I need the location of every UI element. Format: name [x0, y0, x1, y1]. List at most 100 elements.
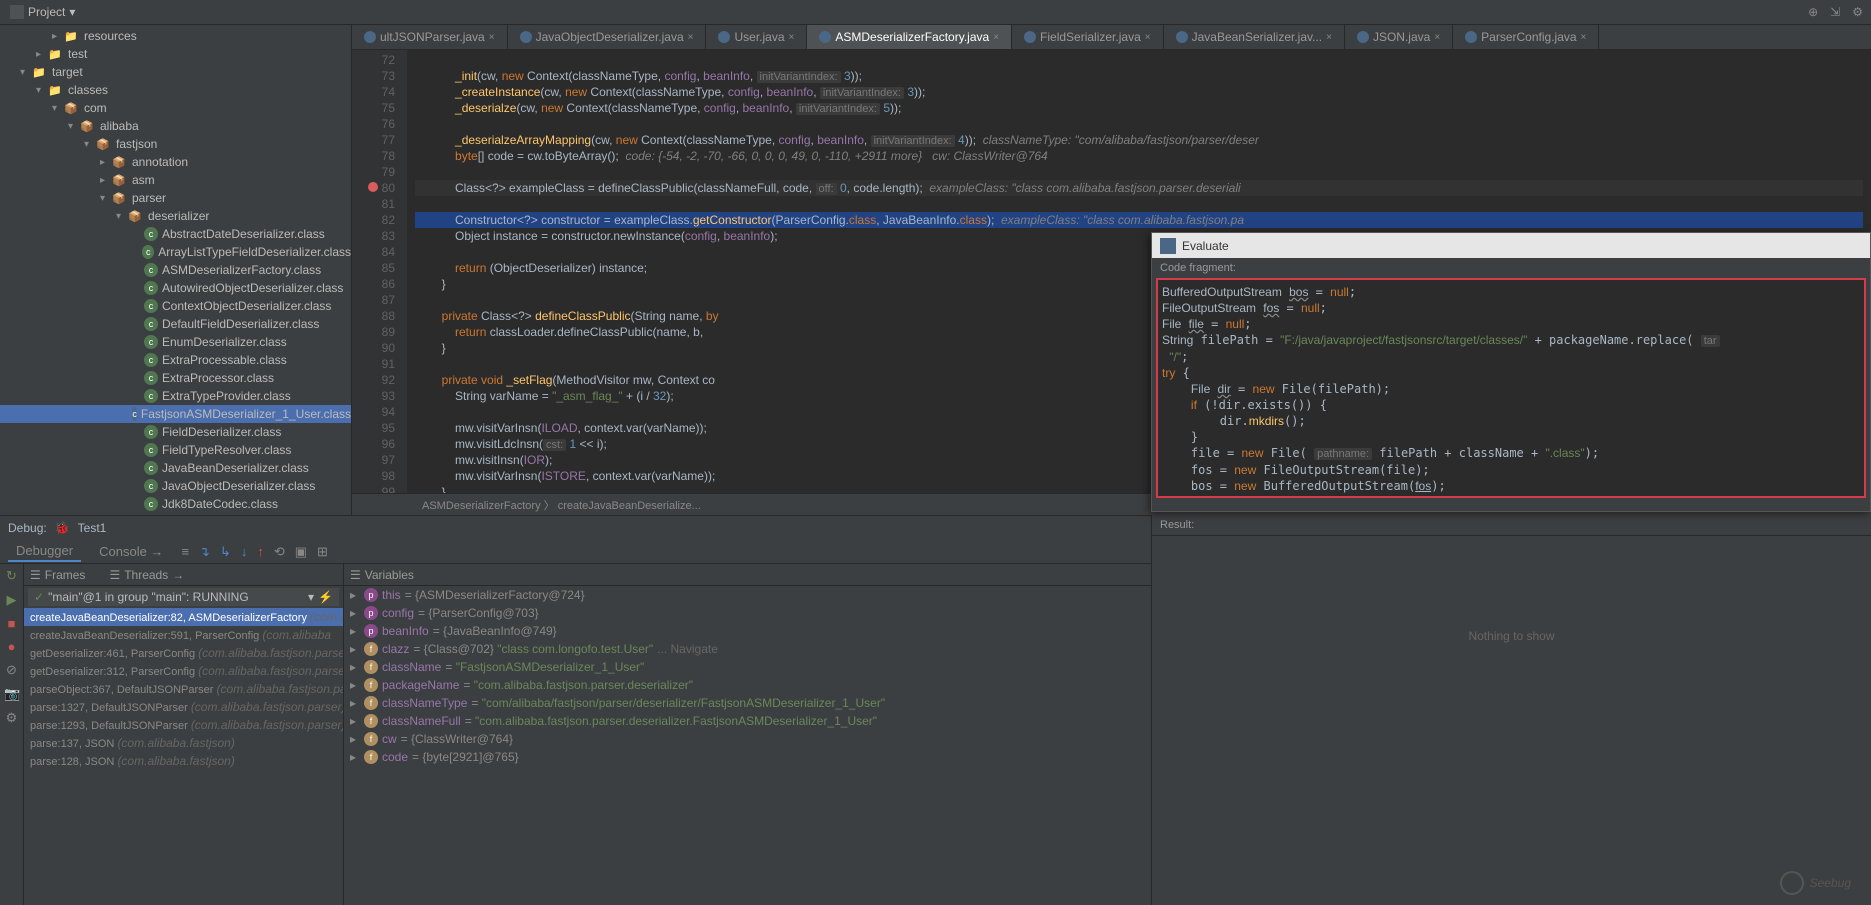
expand-arrow-icon[interactable]: ▸: [350, 606, 360, 620]
mute-icon[interactable]: ⊘: [4, 662, 19, 678]
filter-icon[interactable]: ⚡: [318, 590, 333, 604]
expand-arrow-icon[interactable]: ▸: [350, 642, 360, 656]
frames-icon[interactable]: ▣: [295, 544, 307, 560]
step-out-icon[interactable]: ↳: [220, 544, 231, 560]
tree-arrow-icon[interactable]: ▾: [20, 67, 32, 78]
stack-frame[interactable]: parse:128, JSON (com.alibaba.fastjson): [24, 752, 343, 770]
close-icon[interactable]: ×: [1326, 32, 1332, 43]
editor-tab[interactable]: JavaObjectDeserializer.java×: [508, 25, 707, 49]
tree-arrow-icon[interactable]: ▾: [68, 121, 80, 132]
tree-item[interactable]: cFieldDeserializer.class: [0, 423, 351, 441]
tree-item[interactable]: ▸asm: [0, 171, 351, 189]
close-icon[interactable]: ×: [1145, 32, 1151, 43]
stack-frame[interactable]: parse:1327, DefaultJSONParser (com.aliba…: [24, 698, 343, 716]
editor-tab[interactable]: ASMDeserializerFactory.java×: [807, 25, 1012, 49]
threads-header[interactable]: Threads: [124, 568, 168, 582]
tree-item[interactable]: cDefaultFieldDeserializer.class: [0, 315, 351, 333]
stop-icon[interactable]: ■: [4, 616, 19, 631]
resume-icon[interactable]: ▶: [4, 592, 19, 608]
project-dropdown[interactable]: Project ▾: [0, 3, 85, 21]
stack-frame[interactable]: getDeserializer:312, ParserConfig (com.a…: [24, 662, 343, 680]
step-icon[interactable]: ↓: [241, 544, 248, 559]
tree-item[interactable]: cEnumDeserializer.class: [0, 333, 351, 351]
tree-item[interactable]: ▾target: [0, 63, 351, 81]
evaluate-dialog[interactable]: Evaluate Code fragment: BufferedOutputSt…: [1151, 232, 1871, 512]
tree-item[interactable]: cFieldTypeResolver.class: [0, 441, 351, 459]
tree-item[interactable]: ▾deserializer: [0, 207, 351, 225]
expand-arrow-icon[interactable]: ▸: [350, 696, 360, 710]
rerun-icon[interactable]: ↻: [4, 568, 19, 584]
tree-item[interactable]: ▾classes: [0, 81, 351, 99]
gear-icon[interactable]: ⚙: [1852, 5, 1863, 19]
stack-frame[interactable]: parseObject:367, DefaultJSONParser (com.…: [24, 680, 343, 698]
breakpoints-icon[interactable]: ●: [4, 639, 19, 654]
expand-arrow-icon[interactable]: ▸: [350, 660, 360, 674]
debugger-tab[interactable]: Debugger: [8, 541, 81, 562]
breakpoint-icon[interactable]: [368, 182, 378, 192]
stack-frame[interactable]: parse:137, JSON (com.alibaba.fastjson): [24, 734, 343, 752]
evaluate-title-bar[interactable]: Evaluate: [1152, 233, 1870, 258]
tree-item[interactable]: cArrayListTypeFieldDeserializer.class: [0, 243, 351, 261]
tree-item[interactable]: ▸annotation: [0, 153, 351, 171]
close-icon[interactable]: ×: [489, 32, 495, 43]
tree-item[interactable]: cAbstractDateDeserializer.class: [0, 225, 351, 243]
close-icon[interactable]: ×: [789, 32, 795, 43]
expand-arrow-icon[interactable]: ▸: [350, 732, 360, 746]
tree-item[interactable]: cExtraTypeProvider.class: [0, 387, 351, 405]
tree-item[interactable]: cJavaBeanDeserializer.class: [0, 459, 351, 477]
tree-item[interactable]: ▸test: [0, 45, 351, 63]
tree-item[interactable]: cAutowiredObjectDeserializer.class: [0, 279, 351, 297]
editor-tab[interactable]: JavaBeanSerializer.jav...×: [1164, 25, 1345, 49]
tree-arrow-icon[interactable]: ▸: [52, 31, 64, 42]
tree-item[interactable]: ▸resources: [0, 27, 351, 45]
tree-arrow-icon[interactable]: ▸: [100, 157, 112, 168]
tree-item[interactable]: cExtraProcessor.class: [0, 369, 351, 387]
tree-item[interactable]: ▾alibaba: [0, 117, 351, 135]
editor-tab[interactable]: ParserConfig.java×: [1453, 25, 1599, 49]
close-icon[interactable]: ×: [1581, 32, 1587, 43]
stack-frame[interactable]: createJavaBeanDeserializer:82, ASMDeseri…: [24, 608, 343, 626]
editor-tab[interactable]: JSON.java×: [1345, 25, 1453, 49]
thread-selector[interactable]: ✓ "main"@1 in group "main": RUNNING ▾ ⚡: [28, 588, 339, 606]
step-over-icon[interactable]: ≡: [181, 544, 189, 559]
close-icon[interactable]: ×: [1434, 32, 1440, 43]
tree-arrow-icon[interactable]: ▾: [84, 139, 96, 150]
tree-arrow-icon[interactable]: ▾: [52, 103, 64, 114]
target-icon[interactable]: ⊕: [1808, 5, 1818, 19]
editor-tab[interactable]: User.java×: [706, 25, 807, 49]
expand-arrow-icon[interactable]: ▸: [350, 588, 360, 602]
tree-arrow-icon[interactable]: ▾: [100, 193, 112, 204]
stack-frame[interactable]: parse:1293, DefaultJSONParser (com.aliba…: [24, 716, 343, 734]
expand-arrow-icon[interactable]: ▸: [350, 750, 360, 764]
tree-item[interactable]: cJdk8DateCodec.class: [0, 495, 351, 513]
tree-arrow-icon[interactable]: ▸: [100, 175, 112, 186]
tree-item[interactable]: cASMDeserializerFactory.class: [0, 261, 351, 279]
tree-arrow-icon[interactable]: ▾: [36, 85, 48, 96]
expand-icon[interactable]: ⇲: [1830, 5, 1840, 19]
tree-item[interactable]: ▾com: [0, 99, 351, 117]
settings-icon[interactable]: ⚙: [4, 710, 19, 726]
editor-tab[interactable]: ultJSONParser.java×: [352, 25, 508, 49]
run-to-cursor-icon[interactable]: ↑: [257, 544, 264, 559]
tree-item[interactable]: cExtraProcessable.class: [0, 351, 351, 369]
camera-icon[interactable]: 📷: [4, 686, 19, 702]
evaluate-icon[interactable]: ⟲: [274, 544, 285, 560]
expand-arrow-icon[interactable]: ▸: [350, 678, 360, 692]
evaluate-code-input[interactable]: BufferedOutputStream bos = null; FileOut…: [1156, 278, 1866, 498]
expand-arrow-icon[interactable]: ▸: [350, 624, 360, 638]
console-tab[interactable]: Console →: [91, 542, 171, 561]
step-into-icon[interactable]: ↴: [199, 544, 210, 560]
stack-frame[interactable]: createJavaBeanDeserializer:591, ParserCo…: [24, 626, 343, 644]
tree-item[interactable]: ▾parser: [0, 189, 351, 207]
tree-arrow-icon[interactable]: ▾: [116, 211, 128, 222]
project-sidebar[interactable]: ▸resources▸test▾target▾classes▾com▾aliba…: [0, 25, 352, 515]
close-icon[interactable]: ×: [993, 32, 999, 43]
tree-item[interactable]: cJavaObjectDeserializer.class: [0, 477, 351, 495]
editor-tab[interactable]: FieldSerializer.java×: [1012, 25, 1164, 49]
tree-item[interactable]: cContextObjectDeserializer.class: [0, 297, 351, 315]
expand-arrow-icon[interactable]: ▸: [350, 714, 360, 728]
layout-icon[interactable]: ⊞: [317, 544, 328, 560]
stack-frame[interactable]: getDeserializer:461, ParserConfig (com.a…: [24, 644, 343, 662]
tree-arrow-icon[interactable]: ▸: [36, 49, 48, 60]
run-config-name[interactable]: Test1: [78, 521, 107, 535]
